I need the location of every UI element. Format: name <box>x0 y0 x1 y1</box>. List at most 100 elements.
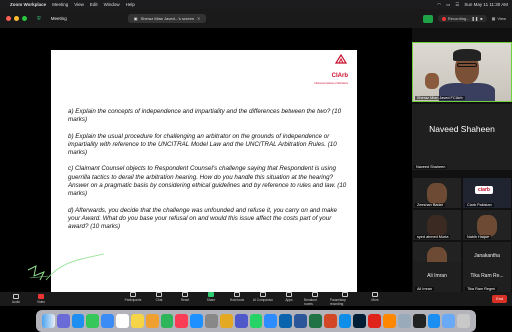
participant-tile[interactable]: Tika Ram Re... Tika Ram Regmi <box>463 262 511 292</box>
chat-label: Chat <box>155 298 163 302</box>
host-tools-button[interactable]: Host tools <box>226 292 248 306</box>
recording-indicator[interactable]: Recording... ❚❚ ■ <box>437 15 487 22</box>
breakout-rooms-button[interactable]: Breakout rooms <box>304 292 326 306</box>
more-icon <box>372 292 378 297</box>
video-button[interactable]: Video <box>30 294 52 304</box>
pause-recording-button[interactable]: Pause/stop recording <box>330 292 360 306</box>
clock[interactable]: Sun May 11 11:30 AM <box>464 2 508 7</box>
close-share-icon[interactable]: ✕ <box>197 16 200 21</box>
participants-label: Participants <box>124 298 142 302</box>
finder-icon[interactable] <box>42 314 55 328</box>
naveed-big-name: Naveed Shaheen <box>429 124 495 134</box>
word-icon[interactable] <box>294 314 307 328</box>
ai-companion-button[interactable]: AI Companion <box>252 292 274 306</box>
audio-button[interactable]: Audio <box>5 294 27 304</box>
notes-icon[interactable] <box>130 314 144 328</box>
menu-edit[interactable]: Edit <box>90 2 98 7</box>
battery-icon[interactable]: ▭ <box>446 2 450 8</box>
share-button[interactable]: Share <box>200 292 222 306</box>
meeting-title: Meeting <box>50 16 67 21</box>
launchpad-icon[interactable] <box>56 314 70 328</box>
video-label: Video <box>36 300 46 304</box>
chat-button[interactable]: Chat <box>148 292 170 306</box>
window-controls <box>6 16 27 21</box>
microphone-icon <box>13 294 19 299</box>
outlook-icon[interactable] <box>279 314 293 328</box>
recording-label: Recording... <box>447 16 470 21</box>
shared-screen: CIArb Chartered Institute of Arbitrators… <box>0 28 412 308</box>
mail-icon[interactable] <box>101 314 115 328</box>
question-d: d) Afterwards, you decide that the chall… <box>68 206 338 231</box>
zoom-icon[interactable] <box>264 314 278 328</box>
acrobat-icon[interactable] <box>368 314 382 328</box>
photos-icon[interactable] <box>145 314 159 328</box>
naveed-small-name: Naveed Shaheen <box>414 165 448 169</box>
naveed-tile[interactable]: Naveed Shaheen Naveed Shaheen <box>412 104 512 170</box>
end-button[interactable]: End <box>492 295 507 303</box>
shield-icon[interactable]: ⛨ <box>37 16 41 22</box>
teams-icon[interactable] <box>234 314 248 328</box>
screen-share-tab[interactable]: ▣ Sheraz Mian Javed...'s screen ✕ <box>127 14 207 23</box>
participants-icon <box>130 292 136 297</box>
close-window-icon[interactable] <box>6 16 11 21</box>
excel-icon[interactable] <box>308 314 322 328</box>
ciarb-logo-icon <box>334 54 348 64</box>
participant-name: Ciarb Pakistan <box>465 203 494 207</box>
breakout-icon <box>312 292 318 297</box>
photoshop-icon[interactable] <box>353 314 367 328</box>
ai-companion-label: AI Companion <box>252 298 274 302</box>
view-button[interactable]: ▦ View <box>492 16 506 21</box>
participant-tile[interactable]: Nabih Haque <box>463 210 511 240</box>
terminal-icon[interactable] <box>412 314 426 328</box>
keynote-icon[interactable] <box>427 314 441 328</box>
menu-help[interactable]: Help <box>126 2 135 7</box>
speaker-hair <box>453 49 481 61</box>
participant-tile[interactable]: Zeeshan Badar <box>413 178 461 208</box>
whatsapp-icon[interactable] <box>249 314 263 328</box>
video-status-icon[interactable] <box>422 14 433 23</box>
stop-icon[interactable]: ■ <box>480 16 482 21</box>
participant-name: Nabih Haque <box>465 235 492 239</box>
settings-icon[interactable] <box>205 314 218 328</box>
participant-tile[interactable]: Ali Imran Ali Imran <box>413 262 461 292</box>
participant-name: Ali Imran <box>415 287 434 291</box>
messages-icon[interactable] <box>86 314 100 328</box>
maximize-window-icon[interactable] <box>22 16 27 21</box>
participant-video <box>477 215 497 237</box>
pause-icon[interactable]: ❚❚ <box>471 16 478 21</box>
facetime-icon[interactable] <box>160 314 174 328</box>
menu-view[interactable]: View <box>74 2 84 7</box>
minimize-window-icon[interactable] <box>14 16 19 21</box>
active-speaker-tile[interactable]: Sheraz Mian Javed FCIArb <box>412 42 512 102</box>
preview-icon[interactable] <box>397 314 411 328</box>
safari-icon[interactable] <box>71 314 85 328</box>
participant-tile[interactable]: syed ahmed Murta <box>413 210 461 240</box>
more-button[interactable]: More <box>364 292 386 306</box>
menu-window[interactable]: Window <box>104 2 120 7</box>
teamviewer-icon[interactable] <box>338 314 352 328</box>
powerpoint-icon[interactable] <box>323 314 337 328</box>
participant-tile[interactable]: ciarb Ciarb Pakistan <box>463 178 511 208</box>
menu-app[interactable]: Zoom Workplace <box>10 2 46 7</box>
react-button[interactable]: React <box>174 292 196 306</box>
appstore-icon[interactable] <box>190 314 204 328</box>
music-icon[interactable] <box>175 314 189 328</box>
apps-button[interactable]: Apps <box>278 292 300 306</box>
audio-label: Audio <box>11 300 21 304</box>
dock-area <box>0 306 512 332</box>
calendar-icon[interactable] <box>116 314 129 328</box>
control-center-icon[interactable]: ☰ <box>455 2 459 8</box>
trash-icon[interactable] <box>457 314 471 328</box>
share-screen-icon: ▣ <box>133 16 138 21</box>
host-tools-label: Host tools <box>229 298 245 302</box>
wifi-icon[interactable]: ◠ <box>437 2 441 8</box>
participant-gallery: Sheraz Mian Javed FCIArb Naveed Shaheen … <box>412 28 512 292</box>
downloads-icon[interactable] <box>442 314 456 328</box>
zoom-top-bar: ⛨ Meeting ▣ Sheraz Mian Javed...'s scree… <box>0 9 512 28</box>
participants-button[interactable]: Participants <box>122 292 144 306</box>
participant-video <box>427 215 447 237</box>
annotation-scribble <box>27 253 105 281</box>
vlc-icon[interactable] <box>383 314 396 328</box>
menu-meeting[interactable]: Meeting <box>52 2 68 7</box>
chrome-icon[interactable] <box>219 314 233 328</box>
